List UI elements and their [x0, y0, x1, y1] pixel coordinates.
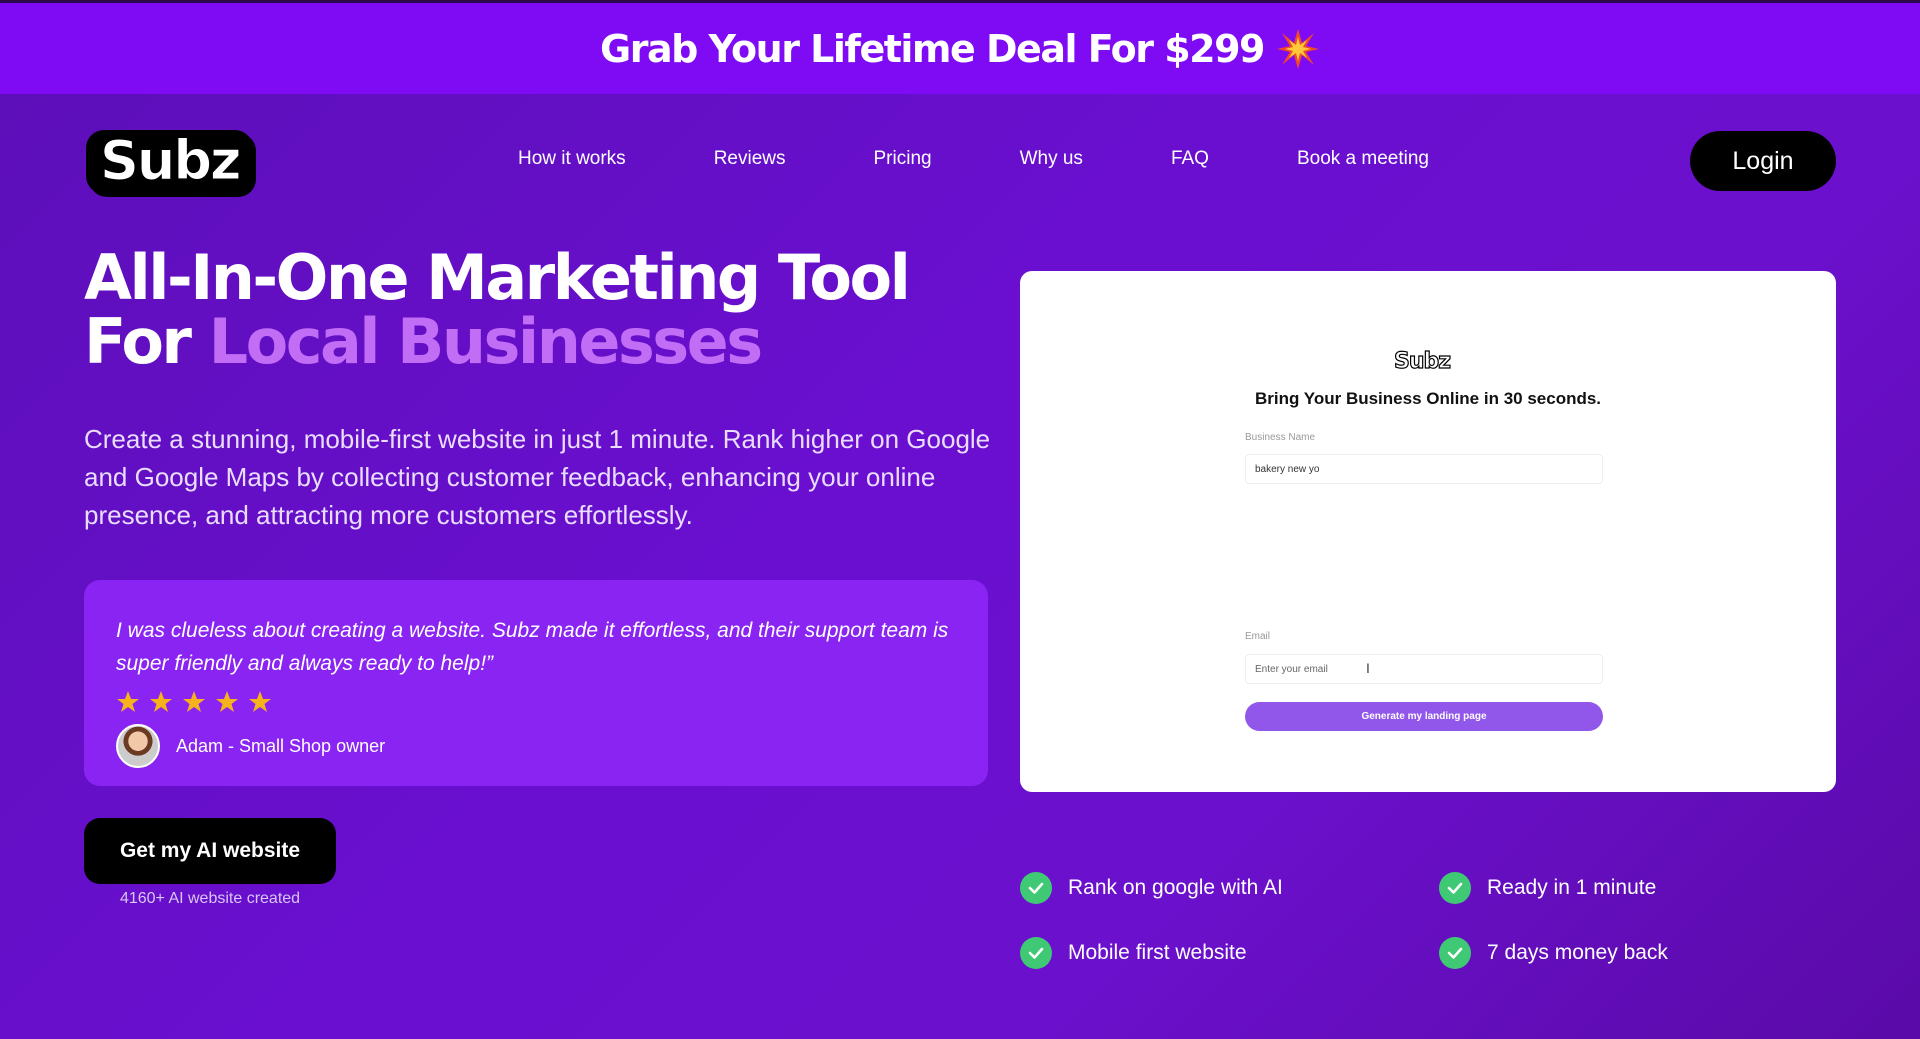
text-cursor-icon: I [1366, 660, 1370, 676]
nav-book-meeting[interactable]: Book a meeting [1297, 148, 1429, 170]
feature-label: 7 days money back [1487, 941, 1668, 964]
feature-item: Rank on google with AI [1020, 872, 1283, 904]
testimonial-author: Adam - Small Shop owner [116, 724, 956, 768]
promo-text: Grab Your Lifetime Deal For $299 [600, 26, 1265, 71]
author-name: Adam - Small Shop owner [176, 735, 386, 756]
subz-logo[interactable]: Subz [86, 130, 254, 194]
headline-line1: All-In-One Marketing Tool [84, 241, 911, 314]
hero-headline: All-In-One Marketing Tool For Local Busi… [84, 246, 911, 374]
business-name-label: Business Name [1245, 432, 1316, 443]
check-icon [1020, 872, 1052, 904]
email-placeholder: Enter your email [1255, 664, 1328, 675]
headline-accent: Local Businesses [208, 305, 764, 378]
demo-preview: Subz Bring Your Business Online in 30 se… [1020, 271, 1836, 792]
websites-created-count: 4160+ AI website created [119, 890, 301, 907]
avatar [116, 724, 160, 768]
feature-item: Mobile first website [1020, 937, 1247, 969]
feature-item: Ready in 1 minute [1439, 872, 1656, 904]
business-name-input[interactable]: bakery new yo [1245, 454, 1603, 484]
star-icon [216, 691, 238, 712]
preview-title: Bring Your Business Online in 30 seconds… [1254, 389, 1602, 408]
check-icon [1439, 872, 1471, 904]
get-ai-website-button[interactable]: Get my AI website [84, 818, 336, 884]
feature-label: Rank on google with AI [1068, 876, 1283, 899]
testimonial-quote: I was clueless about creating a website.… [116, 619, 949, 675]
nav-faq[interactable]: FAQ [1171, 148, 1209, 170]
feature-item: 7 days money back [1439, 937, 1668, 969]
main-nav: How it works Reviews Pricing Why us FAQ … [518, 148, 1517, 170]
headline-for: For [84, 305, 209, 378]
check-icon [1020, 937, 1052, 969]
testimonial-card: I was clueless about creating a website.… [84, 580, 988, 786]
star-icon [183, 691, 205, 712]
nav-reviews[interactable]: Reviews [714, 148, 786, 170]
email-input[interactable]: Enter your email I [1245, 654, 1603, 684]
promo-banner[interactable]: Grab Your Lifetime Deal For $299 [0, 0, 1920, 94]
login-button[interactable]: Login [1690, 131, 1836, 191]
hero-subtext: Create a stunning, mobile-first website … [84, 424, 991, 530]
feature-label: Mobile first website [1068, 941, 1247, 964]
feature-label: Ready in 1 minute [1487, 876, 1657, 899]
generate-landing-page-button[interactable]: Generate my landing page [1245, 702, 1603, 731]
burst-icon [1276, 28, 1319, 69]
preview-logo: Subz [1392, 348, 1453, 375]
check-icon [1439, 937, 1471, 969]
star-icon [249, 691, 271, 712]
rating-stars [116, 690, 956, 714]
star-icon [150, 691, 172, 712]
email-label: Email [1245, 631, 1271, 642]
nav-how-it-works[interactable]: How it works [518, 148, 626, 170]
nav-why-us[interactable]: Why us [1020, 148, 1083, 170]
nav-pricing[interactable]: Pricing [874, 148, 932, 170]
star-icon [117, 691, 139, 712]
